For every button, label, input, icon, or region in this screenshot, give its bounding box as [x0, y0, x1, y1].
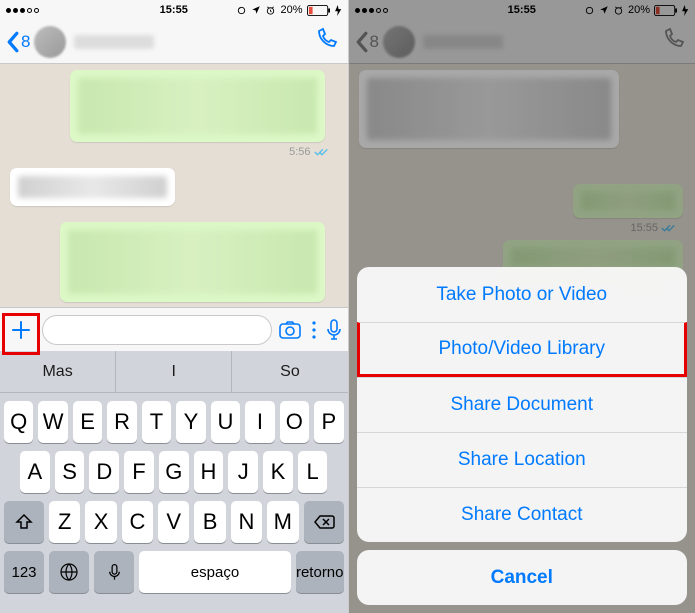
keyboard-suggestions: Mas I So	[0, 351, 348, 393]
key[interactable]: V	[158, 501, 189, 543]
backspace-icon	[313, 514, 335, 530]
key[interactable]: A	[20, 451, 50, 493]
contact-avatar[interactable]	[34, 26, 66, 58]
camera-icon	[278, 320, 302, 340]
sheet-share-location[interactable]: Share Location	[357, 432, 688, 487]
key[interactable]: X	[85, 501, 116, 543]
keyboard: Mas I So Q W E R T Y U I O P A S D F G H…	[0, 351, 348, 613]
shift-icon	[14, 513, 34, 531]
dictation-key[interactable]	[94, 551, 134, 593]
key[interactable]: Z	[49, 501, 80, 543]
keyboard-row-1: Q W E R T Y U I O P	[0, 393, 348, 443]
key[interactable]: W	[38, 401, 67, 443]
suggestion[interactable]: Mas	[0, 351, 115, 392]
status-time: 15:55	[160, 4, 188, 16]
status-right: 20%	[236, 4, 341, 16]
key[interactable]: C	[122, 501, 153, 543]
more-button[interactable]	[308, 321, 320, 339]
key[interactable]: U	[211, 401, 240, 443]
mic-icon	[108, 563, 121, 582]
message-out[interactable]	[60, 222, 325, 302]
contact-name[interactable]	[74, 35, 154, 49]
message-out[interactable]	[70, 70, 325, 142]
key[interactable]: E	[73, 401, 102, 443]
chevron-left-icon	[6, 31, 19, 53]
key[interactable]: F	[124, 451, 154, 493]
mic-icon	[326, 318, 342, 342]
key[interactable]: L	[298, 451, 328, 493]
key[interactable]: Q	[4, 401, 33, 443]
key[interactable]: O	[280, 401, 309, 443]
camera-button[interactable]	[278, 320, 302, 340]
read-ticks-icon	[314, 147, 330, 157]
keyboard-row-2: A S D F G H J K L	[0, 443, 348, 493]
location-icon	[251, 5, 261, 15]
do-not-disturb-icon	[236, 5, 247, 16]
sheet-share-contact[interactable]: Share Contact	[357, 487, 688, 542]
keyboard-row-4: 123 espaço retorno	[0, 543, 348, 599]
key[interactable]: H	[194, 451, 224, 493]
message-timestamp: 5:56	[289, 146, 329, 158]
key[interactable]: K	[263, 451, 293, 493]
sheet-take-photo[interactable]: Take Photo or Video	[357, 267, 688, 322]
message-in[interactable]	[10, 168, 175, 206]
charging-icon	[335, 5, 342, 16]
key[interactable]: T	[142, 401, 171, 443]
suggestion[interactable]: I	[115, 351, 231, 392]
phone-icon	[314, 27, 338, 51]
back-button[interactable]: 8	[6, 31, 30, 53]
sheet-share-document[interactable]: Share Document	[357, 377, 688, 432]
key[interactable]: I	[245, 401, 274, 443]
call-button[interactable]	[314, 27, 338, 56]
numbers-key[interactable]: 123	[4, 551, 44, 593]
mic-button[interactable]	[326, 318, 342, 342]
more-vertical-icon	[312, 321, 316, 339]
action-sheet-options: Take Photo or Video Photo/Video Library …	[357, 267, 688, 542]
status-bar: 15:55 20%	[0, 0, 348, 20]
suggestion[interactable]: So	[231, 351, 347, 392]
nav-bar: 8	[0, 20, 348, 64]
alarm-icon	[265, 5, 276, 16]
action-sheet-cancel-group: Cancel	[357, 550, 688, 605]
back-count: 8	[21, 32, 30, 52]
emoji-key[interactable]	[49, 551, 89, 593]
key[interactable]: S	[55, 451, 85, 493]
key[interactable]: B	[194, 501, 225, 543]
key[interactable]: M	[267, 501, 298, 543]
key[interactable]: N	[231, 501, 262, 543]
message-input[interactable]	[42, 315, 272, 345]
action-sheet: Take Photo or Video Photo/Video Library …	[357, 267, 688, 605]
input-bar	[0, 307, 348, 351]
key[interactable]: J	[228, 451, 258, 493]
keyboard-row-3: Z X C V B N M	[0, 493, 348, 543]
space-key[interactable]: espaço	[139, 551, 291, 593]
signal-dots	[6, 8, 39, 13]
phone-left: 15:55 20% 8 5:56	[0, 0, 348, 613]
key[interactable]: Y	[176, 401, 205, 443]
key[interactable]: G	[159, 451, 189, 493]
sheet-cancel[interactable]: Cancel	[357, 550, 688, 605]
sheet-photo-library[interactable]: Photo/Video Library	[357, 322, 688, 377]
key[interactable]: P	[314, 401, 343, 443]
key[interactable]: D	[89, 451, 119, 493]
return-key[interactable]: retorno	[296, 551, 344, 593]
shift-key[interactable]	[4, 501, 44, 543]
globe-icon	[59, 562, 79, 582]
battery-pct: 20%	[280, 4, 302, 16]
phone-right: 15:55 20% 8 15:55 15:55	[348, 0, 695, 613]
tutorial-highlight-plus	[2, 313, 40, 355]
key[interactable]: R	[107, 401, 136, 443]
battery-icon	[307, 5, 331, 16]
backspace-key[interactable]	[304, 501, 344, 543]
